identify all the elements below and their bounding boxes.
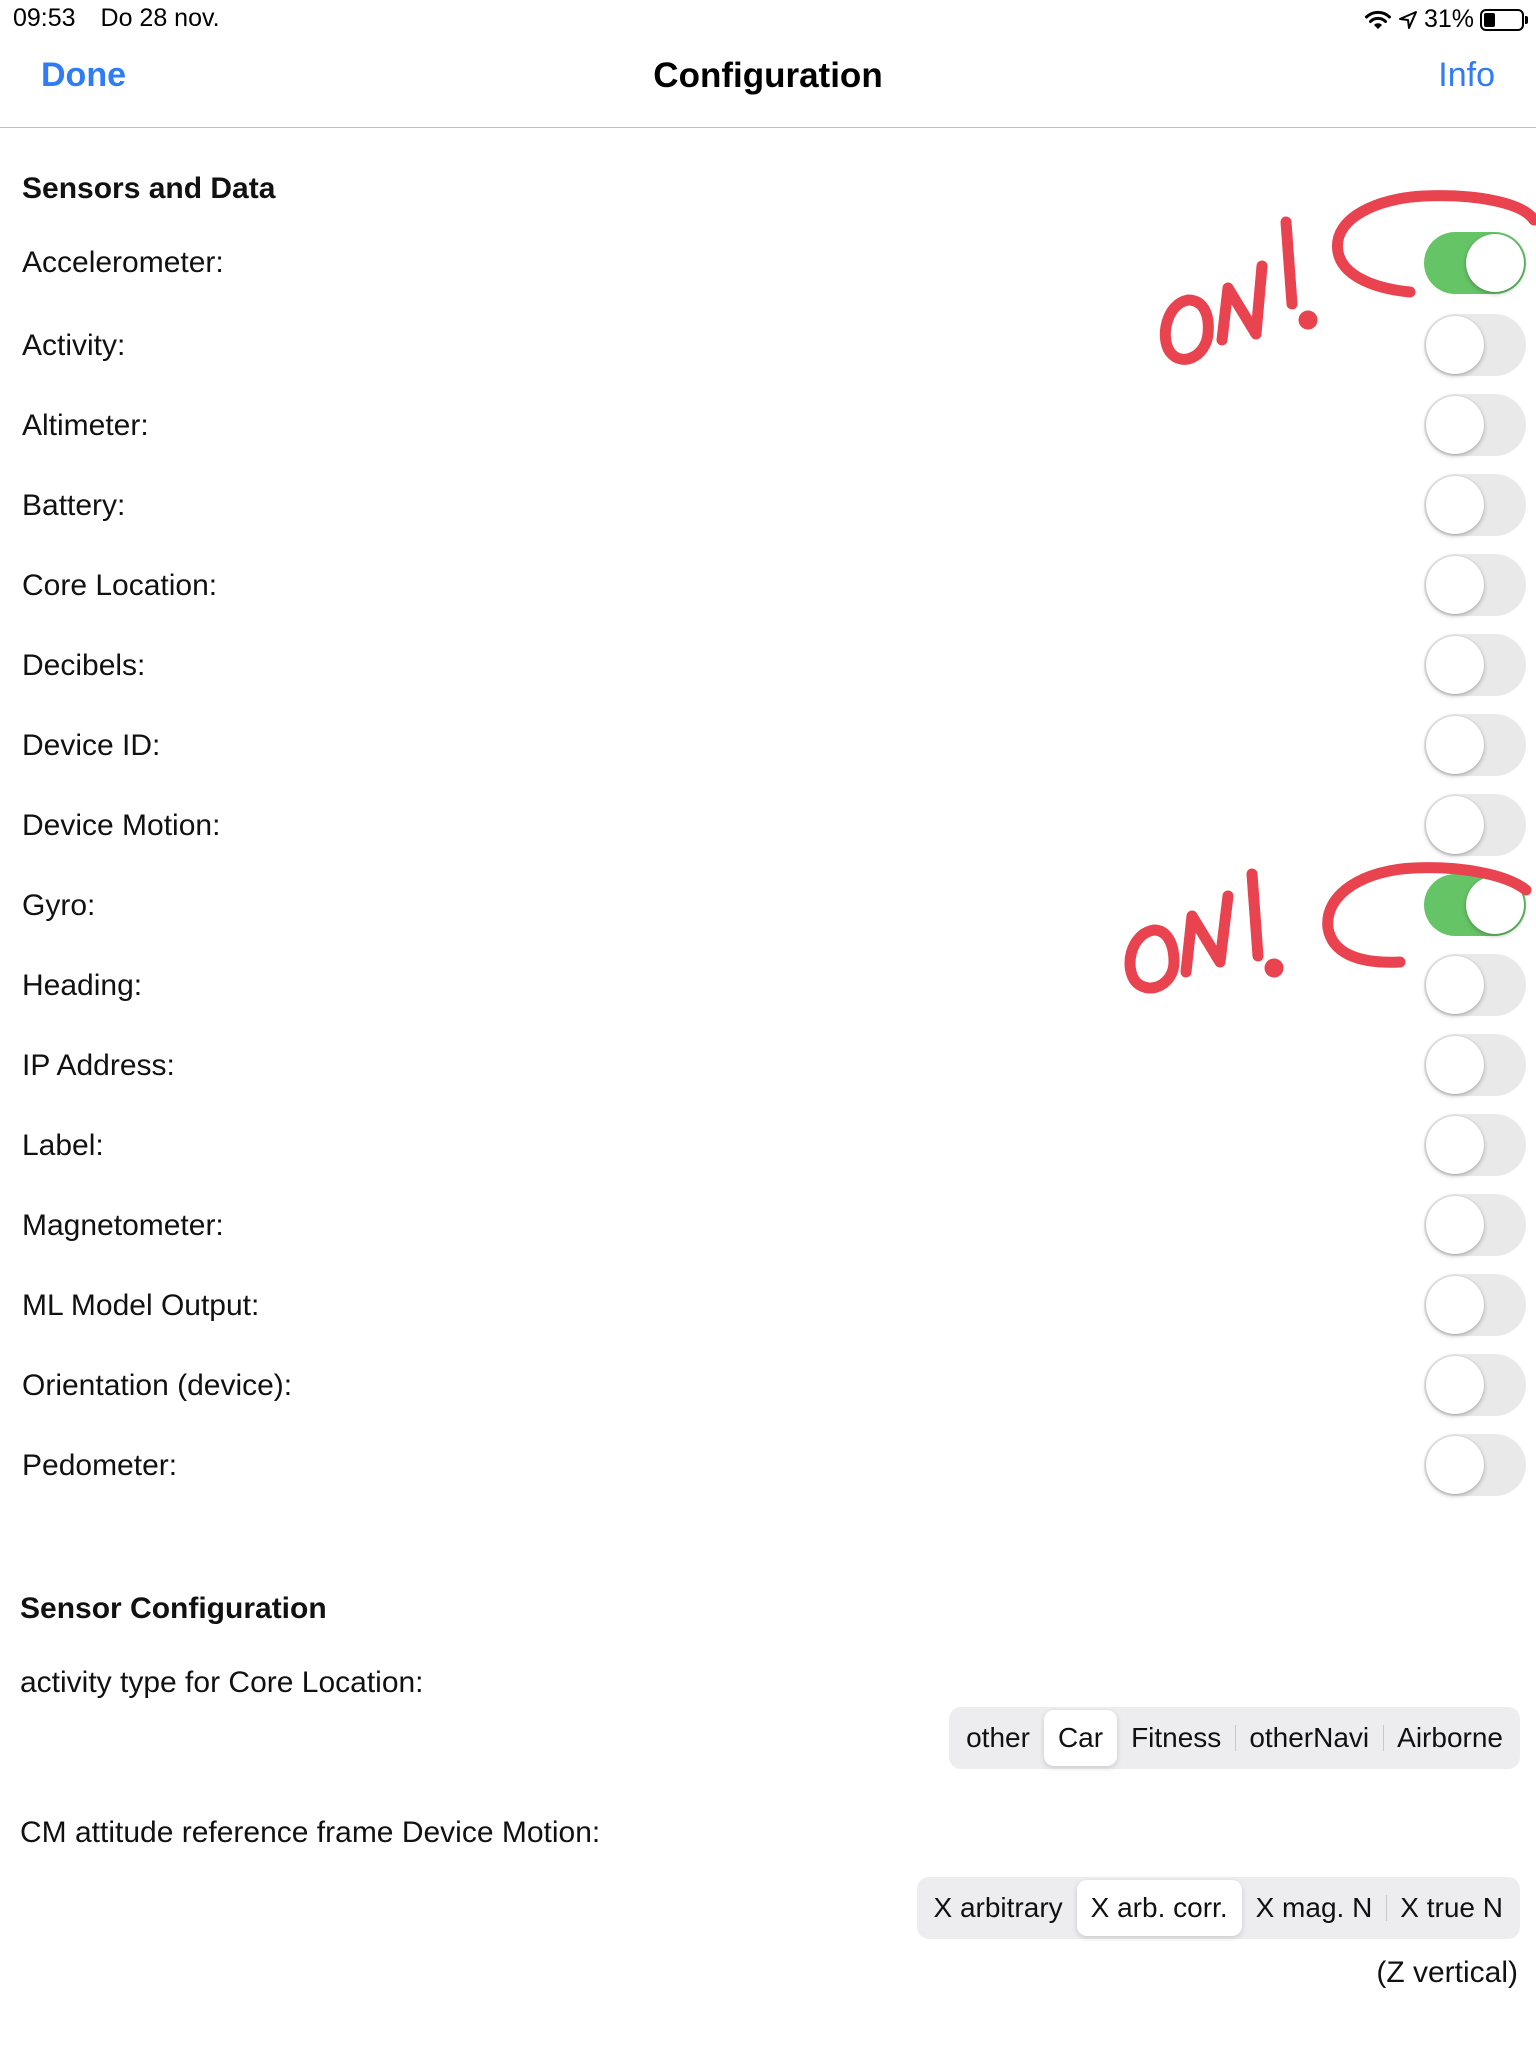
toggle-pedometer[interactable]: [1424, 1434, 1526, 1496]
status-time: 09:53: [13, 4, 76, 32]
toggle-heading[interactable]: [1424, 954, 1526, 1016]
toggle-ml-model-output[interactable]: [1424, 1274, 1526, 1336]
toggle-activity[interactable]: [1424, 314, 1526, 376]
sensor-label-pedometer: Pedometer:: [22, 1449, 178, 1482]
toggle-knob: [1426, 1356, 1484, 1414]
sensor-label-accelerometer: Accelerometer:: [22, 246, 224, 279]
activity-type-option-other[interactable]: other: [952, 1710, 1044, 1766]
toggle-knob: [1426, 1116, 1484, 1174]
toggle-knob: [1426, 796, 1484, 854]
toggle-knob: [1426, 556, 1484, 614]
activity-type-segmented-control[interactable]: other Car Fitness otherNavi Airborne: [949, 1707, 1520, 1769]
done-button[interactable]: Done: [41, 56, 126, 95]
toggle-orientation-device[interactable]: [1424, 1354, 1526, 1416]
section-header-sensor-config: Sensor Configuration: [20, 1592, 327, 1625]
toggle-ip-address[interactable]: [1424, 1034, 1526, 1096]
status-date: Do 28 nov.: [100, 4, 220, 32]
toggle-knob: [1426, 316, 1484, 374]
sensor-label-device-id: Device ID:: [22, 729, 161, 762]
attitude-frame-option-x-mag-n[interactable]: X mag. N: [1242, 1880, 1387, 1936]
toggle-device-motion[interactable]: [1424, 794, 1526, 856]
status-bar-right: 31%: [1364, 5, 1528, 34]
battery-percent: 31%: [1423, 5, 1474, 33]
attitude-frame-option-x-true-n[interactable]: X true N: [1386, 1880, 1517, 1936]
sensor-label-gyro: Gyro:: [22, 889, 96, 922]
nav-divider: [0, 127, 1536, 128]
toggle-knob: [1426, 476, 1484, 534]
section-header-sensors: Sensors and Data: [22, 172, 276, 205]
sensor-label-label: Label:: [22, 1129, 104, 1162]
sensor-label-decibels: Decibels:: [22, 649, 146, 682]
activity-type-option-fitness[interactable]: Fitness: [1117, 1710, 1235, 1766]
toggle-core-location[interactable]: [1424, 554, 1526, 616]
sensor-label-core-location: Core Location:: [22, 569, 218, 602]
toggle-decibels[interactable]: [1424, 634, 1526, 696]
toggle-knob: [1426, 956, 1484, 1014]
toggle-knob: [1426, 636, 1484, 694]
toggle-gyro[interactable]: [1424, 874, 1526, 936]
activity-type-label: activity type for Core Location:: [20, 1666, 424, 1699]
toggle-knob: [1466, 876, 1524, 934]
wifi-icon: [1364, 10, 1391, 29]
toggle-knob: [1426, 1436, 1484, 1494]
activity-type-option-othernavi[interactable]: otherNavi: [1235, 1710, 1383, 1766]
battery-level: [1484, 12, 1495, 27]
attitude-frame-segmented-control[interactable]: X arbitrary X arb. corr. X mag. NX true N: [916, 1877, 1520, 1939]
toggle-device-id[interactable]: [1424, 714, 1526, 776]
sensor-label-heading: Heading:: [22, 969, 143, 1002]
attitude-note: (Z vertical): [1376, 1956, 1518, 1989]
toggle-knob: [1466, 234, 1524, 292]
sensor-label-ip-address: IP Address:: [22, 1049, 175, 1082]
sensor-label-orientation-device: Orientation (device):: [22, 1369, 293, 1402]
page-title: Configuration: [653, 56, 883, 95]
sensor-label-battery: Battery:: [22, 489, 126, 522]
toggle-accelerometer[interactable]: [1424, 232, 1526, 294]
toggle-knob: [1426, 716, 1484, 774]
activity-type-option-car[interactable]: Car: [1043, 1710, 1118, 1766]
sensor-label-device-motion: Device Motion:: [22, 809, 221, 842]
toggle-knob: [1426, 1276, 1484, 1334]
toggle-battery[interactable]: [1424, 474, 1526, 536]
activity-type-option-airborne[interactable]: Airborne: [1383, 1710, 1517, 1766]
sensor-label-magnetometer: Magnetometer:: [22, 1209, 224, 1242]
toggle-label[interactable]: [1424, 1114, 1526, 1176]
toggle-knob: [1426, 396, 1484, 454]
sensor-label-ml-model-output: ML Model Output:: [22, 1289, 260, 1322]
info-button[interactable]: Info: [1438, 56, 1495, 95]
toggle-magnetometer[interactable]: [1424, 1194, 1526, 1256]
toggle-knob: [1426, 1036, 1484, 1094]
attitude-frame-option-x-arb-corr[interactable]: X arb. corr.: [1076, 1880, 1242, 1936]
attitude-frame-label: CM attitude reference frame Device Motio…: [20, 1816, 601, 1849]
location-arrow-icon: [1398, 10, 1417, 29]
battery-icon: [1480, 8, 1528, 31]
attitude-frame-option-x-arbitrary[interactable]: X arbitrary: [920, 1880, 1077, 1936]
sensor-label-activity: Activity:: [22, 329, 126, 362]
sensor-label-altimeter: Altimeter:: [22, 409, 149, 442]
toggle-altimeter[interactable]: [1424, 394, 1526, 456]
status-bar-left: 09:53 Do 28 nov.: [13, 4, 238, 33]
toggle-knob: [1426, 1196, 1484, 1254]
